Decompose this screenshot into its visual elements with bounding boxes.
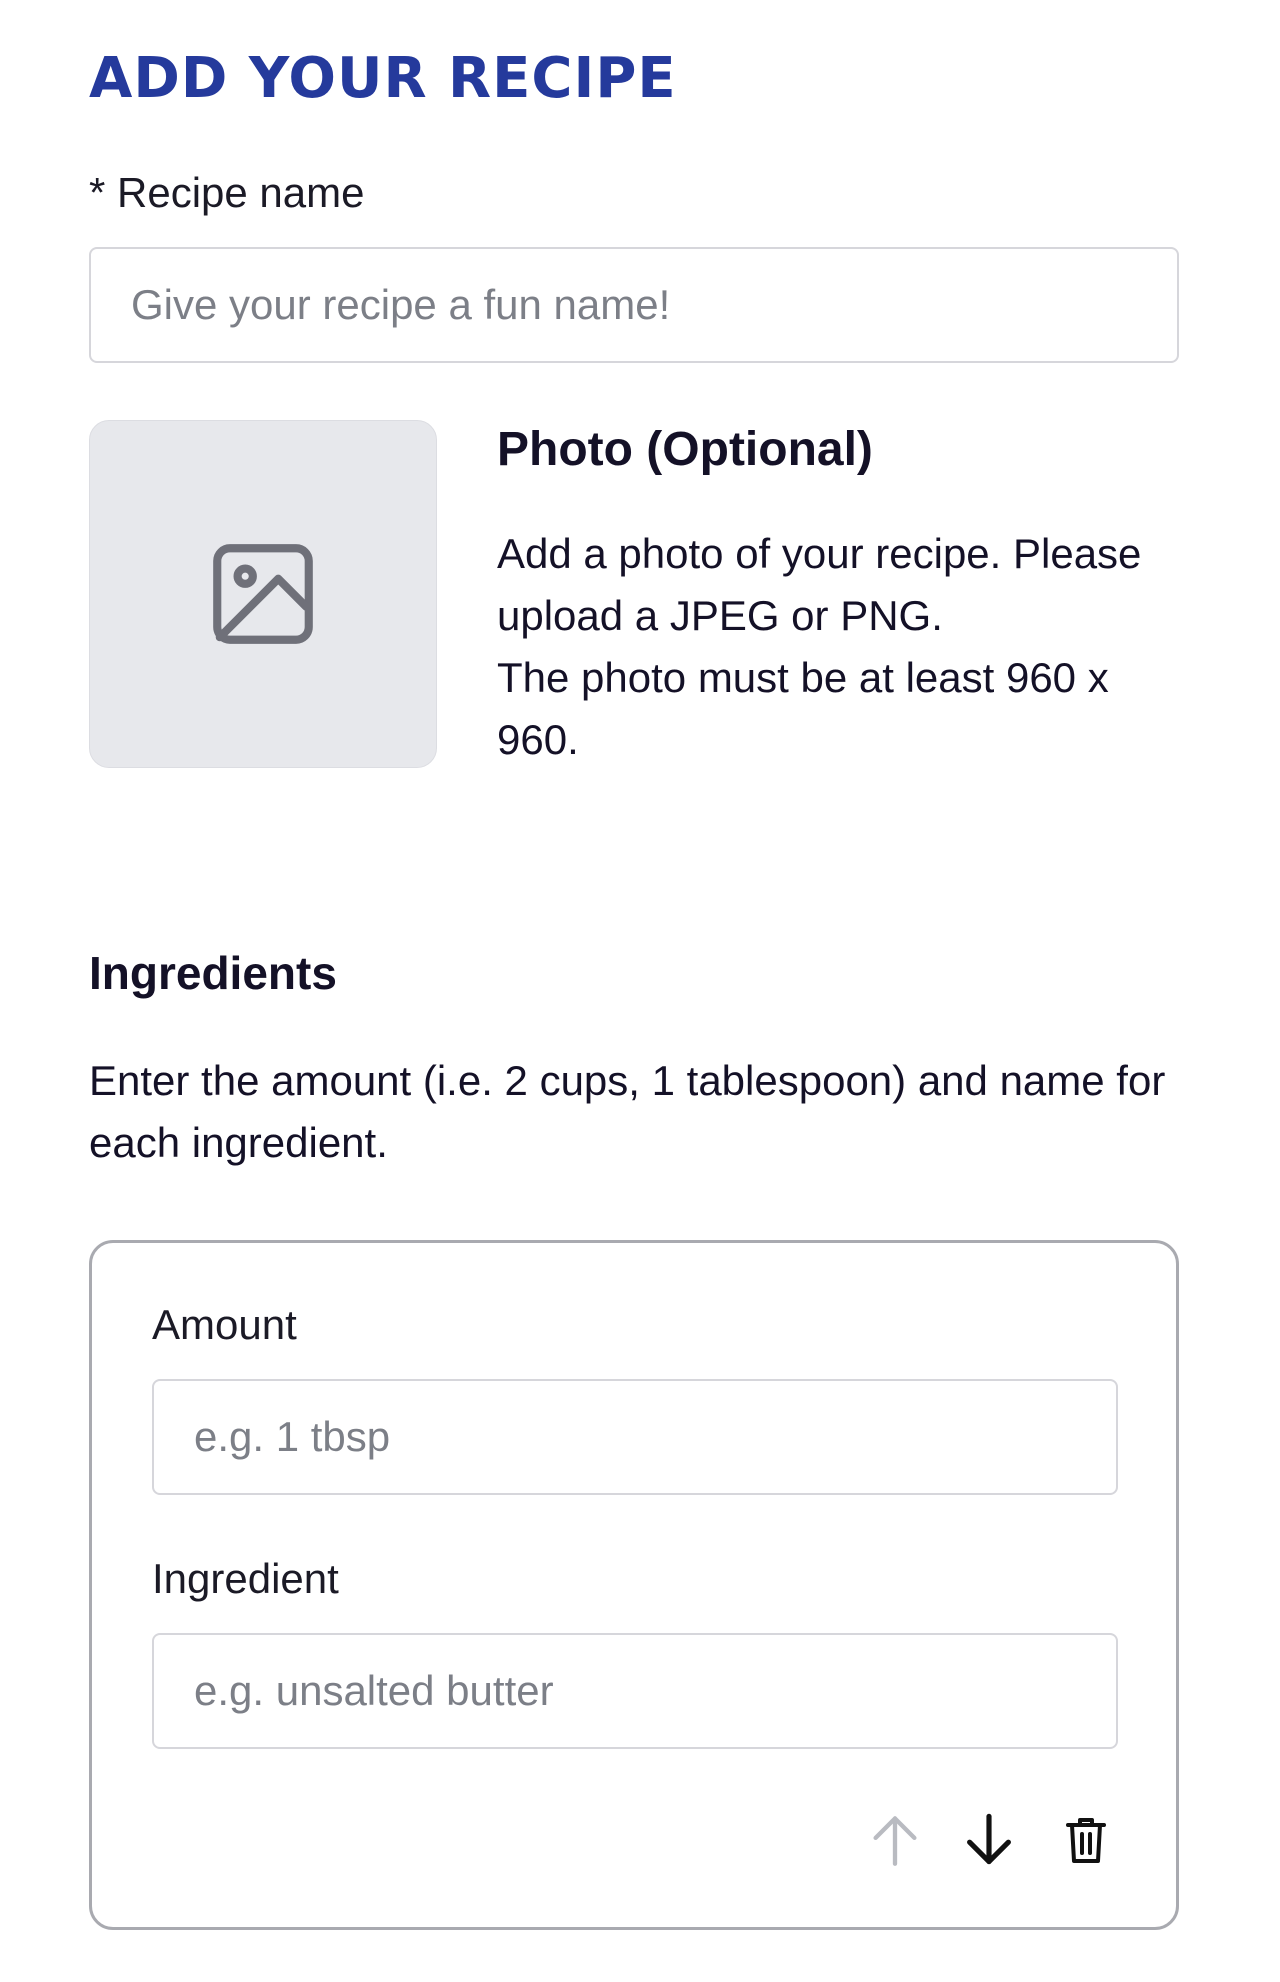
amount-label: Amount: [152, 1301, 297, 1348]
ingredient-input[interactable]: [152, 1633, 1118, 1749]
recipe-name-input[interactable]: [89, 247, 1179, 363]
image-icon: [202, 533, 324, 655]
ingredient-card: Amount Ingredient: [89, 1240, 1179, 1930]
photo-upload-area[interactable]: [89, 420, 437, 768]
trash-icon: [1064, 1815, 1108, 1865]
photo-description-line: Add a photo of your recipe. Please uploa…: [497, 530, 1142, 639]
page-title: ADD YOUR RECIPE: [89, 46, 677, 111]
arrow-up-icon: [869, 1812, 921, 1868]
arrow-down-icon: [963, 1812, 1015, 1868]
amount-input[interactable]: [152, 1379, 1118, 1495]
move-down-button[interactable]: [957, 1808, 1021, 1872]
photo-title: Photo (Optional): [497, 423, 873, 476]
photo-description: Add a photo of your recipe. Please uploa…: [497, 523, 1187, 771]
move-up-button[interactable]: [863, 1808, 927, 1872]
delete-ingredient-button[interactable]: [1054, 1808, 1118, 1872]
recipe-name-label: * Recipe name: [89, 169, 365, 216]
photo-description-line: The photo must be at least 960 x 960.: [497, 654, 1109, 763]
ingredient-label: Ingredient: [152, 1555, 339, 1602]
ingredients-title: Ingredients: [89, 947, 337, 999]
ingredients-description: Enter the amount (i.e. 2 cups, 1 tablesp…: [89, 1057, 1166, 1166]
